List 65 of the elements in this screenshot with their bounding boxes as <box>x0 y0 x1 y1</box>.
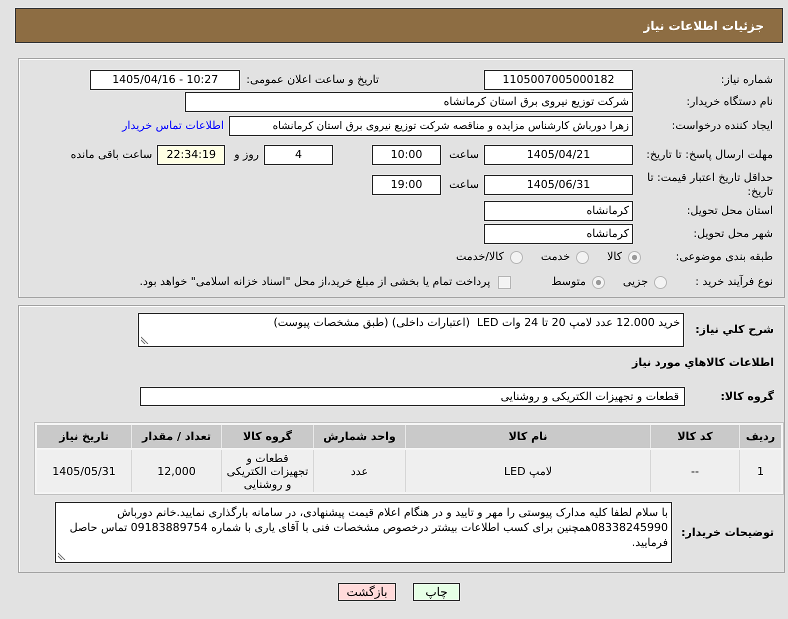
announce-datetime-field[interactable]: 1405/04/16 - 10:27 <box>90 70 240 90</box>
column-header: واحد شمارش <box>314 425 405 448</box>
radio-label: کالا/خدمت <box>456 250 504 264</box>
time-field[interactable]: 10:00 <box>372 145 441 165</box>
field-label: نوع فرآیند خرید : <box>694 275 773 289</box>
field-label: استان محل تحویل: <box>686 204 773 218</box>
radio-label: متوسط <box>551 275 586 289</box>
checkbox[interactable] <box>498 276 512 288</box>
field-label: تاریخ و ساعت اعلان عمومی: <box>246 72 379 86</box>
need-description-field[interactable]: خرید 12.000 عدد لامپ 20 تا 24 وات LED (اعتبارات داخلی) (طبق مشخصات پیوست) <box>138 313 684 347</box>
back-button[interactable]: بازگشت <box>338 583 396 601</box>
field-label: شهر محل تحویل: <box>692 226 773 240</box>
checkbox-label: پرداخت تمام یا بخشی از مبلغ خرید،از محل "اسناد خزانه اسلامی" خواهد بود. <box>140 275 490 289</box>
days-field[interactable]: 4 <box>264 145 333 165</box>
buyer-contact-link[interactable]: اطلاعات تماس خریدار <box>122 119 224 133</box>
field-label: شماره نیاز: <box>720 72 773 86</box>
goods-group-field[interactable]: قطعات و تجهیزات الکتریکی و روشنایی <box>140 387 685 406</box>
city-field[interactable]: کرمانشاه <box>484 224 633 244</box>
resize-grip-icon[interactable] <box>141 336 149 344</box>
radio-label: جزیی <box>622 275 648 289</box>
remaining-time-field[interactable]: 22:34:19 <box>157 145 226 165</box>
table-cell: 1405/05/31 <box>37 450 131 492</box>
field-label: ساعت <box>448 178 479 192</box>
province-field[interactable]: کرمانشاه <box>484 200 633 220</box>
table-cell: 12,000 <box>132 450 221 492</box>
table-cell: عدد <box>314 450 405 492</box>
table-cell: -- <box>651 450 739 492</box>
column-header: نام کالا <box>406 425 650 448</box>
field-label: ساعت باقی مانده <box>70 148 152 162</box>
radio-button[interactable] <box>592 276 605 288</box>
column-header: کد کالا <box>651 425 739 448</box>
table-cell: لامپ LED <box>406 450 650 492</box>
column-header: تعداد / مقدار <box>132 425 221 448</box>
radio-button[interactable] <box>628 250 641 264</box>
print-button[interactable]: چاپ <box>413 583 460 601</box>
radio-button[interactable] <box>510 250 523 264</box>
field-label: ایجاد کننده درخواست: <box>670 119 773 133</box>
field-label: مهلت ارسال پاسخ: تا تاریخ: <box>645 148 773 162</box>
column-header: ردیف <box>740 425 781 448</box>
radio-button[interactable] <box>576 250 590 264</box>
field-label: گروه کالا: <box>719 390 774 404</box>
column-header: تاریخ نیاز <box>37 425 131 448</box>
resize-grip-icon[interactable] <box>58 552 66 560</box>
field-label: حداقل تاریخ اعتبار قیمت: تا تاریخ: <box>646 171 773 199</box>
section-title: اطلاعات کالاهاي مورد نیاز <box>632 356 774 370</box>
time-field[interactable]: 19:00 <box>372 175 441 195</box>
need-number-field[interactable]: 1105007005000182 <box>484 70 633 90</box>
radio-label: خدمت <box>540 250 570 264</box>
page-title: جزئیات اطلاعات نیاز <box>643 18 764 32</box>
field-label: شرح کلي نیاز: <box>694 323 774 337</box>
field-label: توضیحات خریدار: <box>680 526 774 540</box>
table-cell: 1 <box>740 450 781 492</box>
field-label: ساعت <box>448 148 479 162</box>
buyer-org-field[interactable]: شرکت توزیع نیروی برق استان کرمانشاه <box>185 92 633 112</box>
date-field[interactable]: 1405/04/21 <box>484 145 633 165</box>
date-field[interactable]: 1405/06/31 <box>484 175 633 195</box>
radio-button[interactable] <box>654 276 667 288</box>
field-label: روز و <box>234 148 259 162</box>
field-label: طبقه بندی موضوعی: <box>674 250 773 264</box>
column-header: گروه کالا <box>222 425 313 448</box>
buyer-notes-field[interactable]: با سلام لطفا کلیه مدارک پیوستی را مهر و تایید و در هنگام اعلام قیمت پیشنهادی، در سامانه بارگذاری نمایید.خانم دورباش 08338245990همچنین برای کسب اطلاعات بیشتر درخصوص مشخصات فنی با آقای یاری با شماره 09183889754 تماس حاصل فرمایید. <box>55 502 672 563</box>
table-cell: قطعات و تجهیزات الکتریکی و روشنایی <box>222 450 313 492</box>
field-label: نام دستگاه خریدار: <box>685 95 773 109</box>
requester-field[interactable]: زهرا دورباش کارشناس مزایده و مناقصه شرکت توزیع نیروی برق استان کرمانشاه <box>229 116 633 136</box>
radio-label: کالا <box>607 250 622 264</box>
